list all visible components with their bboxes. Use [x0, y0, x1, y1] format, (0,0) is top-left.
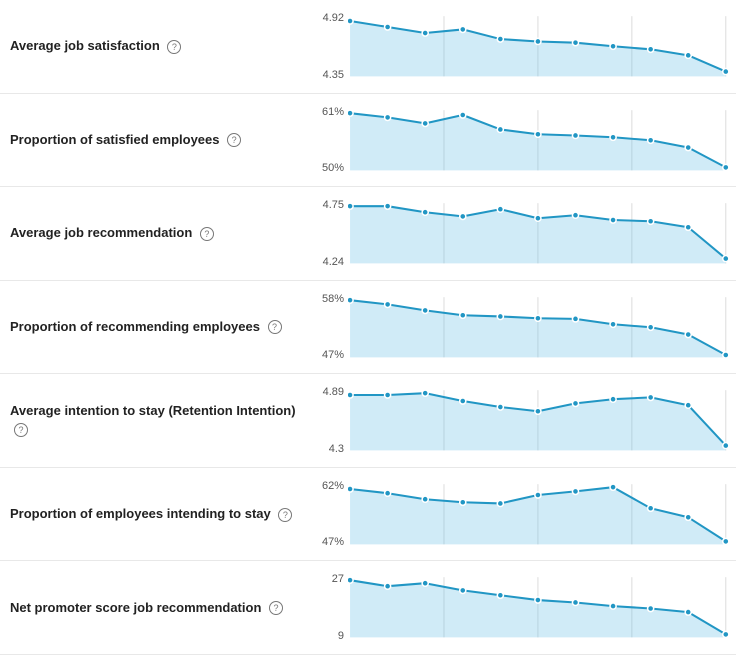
y-axis-prop-satisfied: 61% 50% — [310, 102, 348, 179]
y-axis-top: 4.89 — [310, 386, 344, 398]
metric-chart-area-avg-job-recommendation: 4.75 4.24 — [310, 187, 736, 280]
chart-svg-net-promoter-score — [348, 569, 736, 646]
y-axis-avg-intention-stay: 4.89 4.3 — [310, 382, 348, 459]
metric-chart-area-net-promoter-score: 27 9 — [310, 561, 736, 654]
info-icon[interactable]: ? — [278, 508, 292, 522]
chart-svg-prop-intending-stay — [348, 476, 736, 553]
y-axis-top: 62% — [310, 480, 344, 492]
metric-label-avg-intention-stay: Average intention to stay (Retention Int… — [0, 374, 310, 467]
metric-label-prop-recommending: Proportion of recommending employees ? — [0, 281, 310, 374]
y-axis-bottom: 47% — [310, 536, 344, 548]
metric-chart-area-avg-job-satisfaction: 4.92 4.35 — [310, 0, 736, 93]
y-axis-prop-recommending: 58% 47% — [310, 289, 348, 366]
info-icon[interactable]: ? — [268, 320, 282, 334]
metric-chart-area-avg-intention-stay: 4.89 4.3 — [310, 374, 736, 467]
y-axis-prop-intending-stay: 62% 47% — [310, 476, 348, 553]
metric-label-net-promoter-score: Net promoter score job recommendation ? — [0, 561, 310, 654]
info-icon[interactable]: ? — [269, 601, 283, 615]
y-axis-top: 4.92 — [310, 12, 344, 24]
info-icon[interactable]: ? — [200, 227, 214, 241]
y-axis-bottom: 4.24 — [310, 256, 344, 268]
y-axis-avg-job-satisfaction: 4.92 4.35 — [310, 8, 348, 85]
metric-title-prop-recommending: Proportion of recommending employees ? — [10, 318, 282, 336]
metrics-dashboard: Average job satisfaction ? 4.92 4.35 Propo… — [0, 0, 736, 655]
metric-label-avg-job-satisfaction: Average job satisfaction ? — [0, 0, 310, 93]
metric-title-avg-job-recommendation: Average job recommendation ? — [10, 224, 214, 242]
metric-row-avg-job-recommendation: Average job recommendation ? 4.75 4.24 — [0, 187, 736, 281]
chart-svg-prop-satisfied — [348, 102, 736, 179]
y-axis-avg-job-recommendation: 4.75 4.24 — [310, 195, 348, 272]
metric-row-prop-intending-stay: Proportion of employees intending to sta… — [0, 468, 736, 562]
info-icon[interactable]: ? — [227, 133, 241, 147]
y-axis-net-promoter-score: 27 9 — [310, 569, 348, 646]
metric-chart-area-prop-intending-stay: 62% 47% — [310, 468, 736, 561]
metric-row-avg-job-satisfaction: Average job satisfaction ? 4.92 4.35 — [0, 0, 736, 94]
metric-label-prop-intending-stay: Proportion of employees intending to sta… — [0, 468, 310, 561]
metric-label-avg-job-recommendation: Average job recommendation ? — [0, 187, 310, 280]
metric-title-avg-job-satisfaction: Average job satisfaction ? — [10, 37, 181, 55]
y-axis-top: 4.75 — [310, 199, 344, 211]
metric-title-prop-satisfied: Proportion of satisfied employees ? — [10, 131, 241, 149]
y-axis-bottom: 4.35 — [310, 69, 344, 81]
chart-svg-avg-job-recommendation — [348, 195, 736, 272]
y-axis-bottom: 47% — [310, 349, 344, 361]
metric-title-prop-intending-stay: Proportion of employees intending to sta… — [10, 505, 292, 523]
chart-svg-avg-intention-stay — [348, 382, 736, 459]
y-axis-top: 58% — [310, 293, 344, 305]
metric-row-avg-intention-stay: Average intention to stay (Retention Int… — [0, 374, 736, 468]
metric-chart-area-prop-recommending: 58% 47% — [310, 281, 736, 374]
chart-svg-avg-job-satisfaction — [348, 8, 736, 85]
metric-title-net-promoter-score: Net promoter score job recommendation ? — [10, 599, 283, 617]
chart-svg-prop-recommending — [348, 289, 736, 366]
y-axis-top: 61% — [310, 106, 344, 118]
metric-row-prop-recommending: Proportion of recommending employees ? 58… — [0, 281, 736, 375]
metric-row-prop-satisfied: Proportion of satisfied employees ? 61% 50… — [0, 94, 736, 188]
y-axis-bottom: 9 — [310, 630, 344, 642]
metric-row-net-promoter-score: Net promoter score job recommendation ? 2… — [0, 561, 736, 655]
metric-label-prop-satisfied: Proportion of satisfied employees ? — [0, 94, 310, 187]
metric-title-avg-intention-stay: Average intention to stay (Retention Int… — [10, 402, 298, 438]
y-axis-top: 27 — [310, 573, 344, 585]
info-icon[interactable]: ? — [167, 40, 181, 54]
metric-chart-area-prop-satisfied: 61% 50% — [310, 94, 736, 187]
y-axis-bottom: 4.3 — [310, 443, 344, 455]
y-axis-bottom: 50% — [310, 162, 344, 174]
info-icon[interactable]: ? — [14, 423, 28, 437]
